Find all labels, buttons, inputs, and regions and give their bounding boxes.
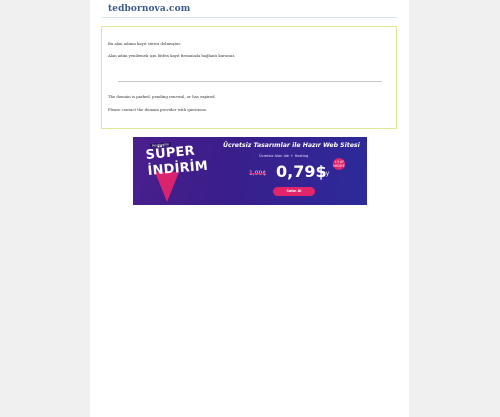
- page-container: tedbornova.com Bu alan adının kayıt süre…: [90, 0, 409, 417]
- ad-headline: Ücretsiz Tasarımlar ile Hazır Web Sitesi: [223, 142, 360, 149]
- domain-notice-box: Bu alan adının kayıt süresi dolmuştur. A…: [101, 26, 397, 129]
- site-title[interactable]: tedbornova.com: [108, 4, 190, 14]
- ad-old-price: 1,99$: [249, 170, 267, 177]
- notice-line-expired-en: The domain is parked, pending renewal, o…: [108, 94, 216, 99]
- title-divider: [102, 17, 397, 18]
- notice-divider: [118, 81, 382, 82]
- ad-buy-button[interactable]: Satın Al: [273, 187, 315, 196]
- ad-subheadline: Ücretsiz Alan Adı + Hosting: [259, 154, 309, 158]
- notice-line-contact-en: Please contact the domain provider with …: [108, 107, 207, 112]
- notice-line-expired-tr: Bu alan adının kayıt süresi dolmuştur.: [108, 41, 182, 46]
- hosting-ad-banner[interactable]: Hostinglim SÜPER İNDİRİM Ücretsiz Tasarı…: [133, 137, 367, 205]
- ad-price-unit: /ay: [320, 170, 330, 177]
- ad-gift-badge: +3 AY HEDİYE: [333, 158, 345, 170]
- notice-line-renew-tr: Alan adını yenilemek için lütfen kayıt f…: [108, 53, 236, 58]
